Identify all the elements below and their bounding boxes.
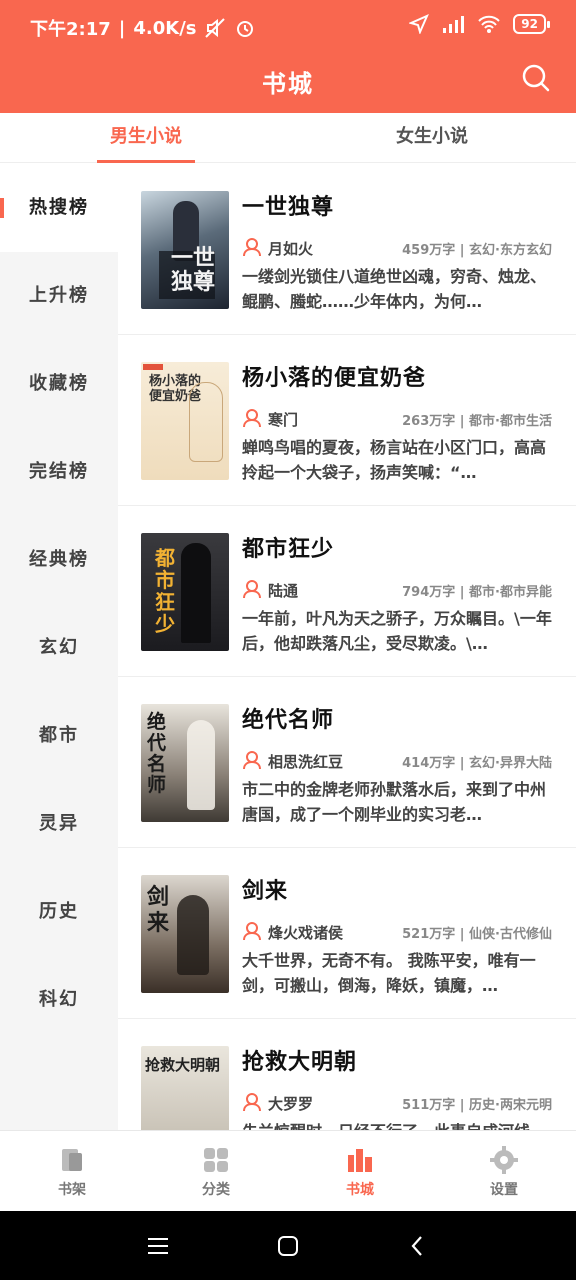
sidebar-item-completed[interactable]: 完结榜 <box>0 428 118 516</box>
book-title: 绝代名师 <box>242 708 335 733</box>
book-item[interactable]: 绝代名师 绝代名师 相思洗红豆 414万字 | 玄幻·异界大陆 市二中的金牌老师… <box>118 677 576 848</box>
sidebar-item-urban[interactable]: 都市 <box>0 692 118 780</box>
book-title: 都市狂少 <box>242 537 335 562</box>
signal-icon <box>443 16 465 33</box>
nav-label: 书城 <box>346 1182 374 1198</box>
book-stats: 511万字 | 历史·两宋元明 <box>402 1098 552 1113</box>
page-title: 书城 <box>262 70 314 98</box>
tab-female-novels[interactable]: 女生小说 <box>332 113 532 163</box>
cover-title: 都市狂少 <box>155 546 175 636</box>
sidebar-item-classic[interactable]: 经典榜 <box>0 516 118 604</box>
book-stats: 794万字 | 都市·都市异能 <box>402 585 552 600</box>
author-icon <box>243 580 261 599</box>
nav-label: 书架 <box>58 1182 86 1198</box>
nav-bookshelf[interactable]: 书架 <box>0 1131 144 1211</box>
book-cover: 绝代名师 <box>141 704 229 822</box>
book-title: 杨小落的便宜奶爸 <box>242 366 427 391</box>
sidebar-item-favorites[interactable]: 收藏榜 <box>0 340 118 428</box>
sidebar-item-scifi[interactable]: 科幻 <box>0 956 118 1044</box>
nav-label: 分类 <box>202 1182 230 1198</box>
book-item[interactable]: 剑来 剑来 烽火戏诸侯 521万字 | 仙侠·古代修仙 大千世界，无奇不有。 我… <box>118 848 576 1019</box>
book-stats: 263万字 | 都市·都市生活 <box>402 414 552 429</box>
category-icon <box>204 1148 228 1172</box>
menu-icon[interactable] <box>145 1233 171 1259</box>
ranking-sidebar: 热搜榜 上升榜 收藏榜 完结榜 经典榜 玄幻 都市 灵异 历史 科幻 <box>0 164 118 1130</box>
book-author: 寒门 <box>268 411 299 429</box>
nav-settings[interactable]: 设置 <box>432 1131 576 1211</box>
book-cover: 杨小落的便宜奶爸 <box>141 362 229 480</box>
home-icon[interactable] <box>275 1233 301 1259</box>
active-tab-indicator <box>97 160 195 163</box>
status-bar: 下午2:17 | 4.0K/s 92 <box>0 0 576 54</box>
tab-label: 男生小说 <box>110 126 182 147</box>
book-cover: 剑来 <box>141 875 229 993</box>
mute-icon <box>205 18 226 38</box>
status-time: 下午2:17 <box>30 19 111 40</box>
author-icon <box>243 238 261 257</box>
book-cover: 一世独尊 <box>141 191 229 309</box>
status-divider: | <box>118 17 126 39</box>
book-author: 相思洗红豆 <box>268 753 344 771</box>
book-stats: 459万字 | 玄幻·东方玄幻 <box>402 243 552 258</box>
sidebar-item-fantasy[interactable]: 玄幻 <box>0 604 118 692</box>
author-icon <box>243 409 261 428</box>
nav-label: 设置 <box>490 1182 518 1198</box>
book-cover: 抢救大明朝 <box>141 1046 229 1130</box>
status-net-speed: 4.0K/s <box>133 17 197 39</box>
tab-male-novels[interactable]: 男生小说 <box>46 113 246 163</box>
book-item[interactable]: 抢救大明朝 抢救大明朝 大罗罗 511万字 | 历史·两宋元明 朱兰惊醒时，日经… <box>118 1019 576 1130</box>
book-item[interactable]: 杨小落的便宜奶爸 杨小落的便宜奶爸 寒门 263万字 | 都市·都市生活 蝉鸣鸟… <box>118 335 576 506</box>
location-icon <box>409 14 430 34</box>
nav-category[interactable]: 分类 <box>144 1131 288 1211</box>
book-description: 市二中的金牌老师孙默落水后，来到了中州唐国，成了一个刚毕业的实习老… <box>242 780 547 824</box>
book-author: 陆通 <box>268 582 299 600</box>
book-author: 大罗罗 <box>268 1095 314 1113</box>
book-item[interactable]: 都市狂少 都市狂少 陆通 794万字 | 都市·都市异能 一年前，叶凡为天之骄子… <box>118 506 576 677</box>
book-author: 月如火 <box>268 240 314 258</box>
book-author: 烽火戏诸侯 <box>268 924 344 942</box>
nav-bookstore[interactable]: 书城 <box>288 1131 432 1211</box>
alarm-icon <box>237 21 254 37</box>
sidebar-item-rising[interactable]: 上升榜 <box>0 252 118 340</box>
gender-tabs: 男生小说 女生小说 <box>0 113 576 163</box>
cover-title: 绝代名师 <box>147 711 167 796</box>
battery-indicator: 92 <box>513 14 550 34</box>
wifi-icon <box>478 15 501 33</box>
book-description: 蝉鸣鸟唱的夏夜，杨言站在小区门口，高高拎起一个大袋子，扬声笑喊：“… <box>242 438 547 482</box>
cover-title: 剑来 <box>147 885 170 936</box>
book-title: 一世独尊 <box>242 195 335 220</box>
book-description: 一年前，叶凡为天之骄子，万众瞩目。\一年后，他却跌落凡尘，受尽欺凌。\… <box>242 609 552 653</box>
author-icon <box>243 1093 261 1112</box>
sidebar-item-supernatural[interactable]: 灵异 <box>0 780 118 868</box>
sidebar-item-hot-search[interactable]: 热搜榜 <box>0 164 118 252</box>
back-icon[interactable] <box>405 1233 431 1259</box>
sidebar-item-history[interactable]: 历史 <box>0 868 118 956</box>
book-stats: 521万字 | 仙侠·古代修仙 <box>402 927 552 942</box>
bookstore-icon <box>348 1149 372 1172</box>
tab-label: 女生小说 <box>396 126 468 147</box>
book-title: 剑来 <box>242 879 289 904</box>
book-cover: 都市狂少 <box>141 533 229 651</box>
book-description: 大千世界，无奇不有。 我陈平安，唯有一剑，可搬山，倒海，降妖，镇魔，… <box>242 951 536 995</box>
app-header: 下午2:17 | 4.0K/s 92 书城 <box>0 0 576 113</box>
gear-icon <box>490 1146 518 1174</box>
cover-title: 抢救大明朝 <box>145 1056 221 1074</box>
author-icon <box>243 922 261 941</box>
author-icon <box>243 751 261 770</box>
book-item[interactable]: 一世独尊 一世独尊 月如火 459万字 | 玄幻·东方玄幻 一缕剑光锁住八道绝世… <box>118 164 576 335</box>
bookshelf-icon <box>62 1149 82 1171</box>
bottom-nav: 书架 分类 书城 设置 <box>0 1130 576 1211</box>
system-nav-bar <box>0 1211 576 1280</box>
book-description: 朱兰惊醒时，日经不行了，此事自成河线 <box>242 1119 552 1130</box>
book-stats: 414万字 | 玄幻·异界大陆 <box>402 756 552 771</box>
book-title: 抢救大明朝 <box>242 1050 358 1075</box>
cover-title: 一世独尊 <box>171 246 216 295</box>
search-icon[interactable] <box>520 62 552 94</box>
book-description: 一缕剑光锁住八道绝世凶魂，穷奇、烛龙、鲲鹏、螣蛇……少年体内，为何… <box>242 267 547 311</box>
book-list: 一世独尊 一世独尊 月如火 459万字 | 玄幻·东方玄幻 一缕剑光锁住八道绝世… <box>118 164 576 1130</box>
